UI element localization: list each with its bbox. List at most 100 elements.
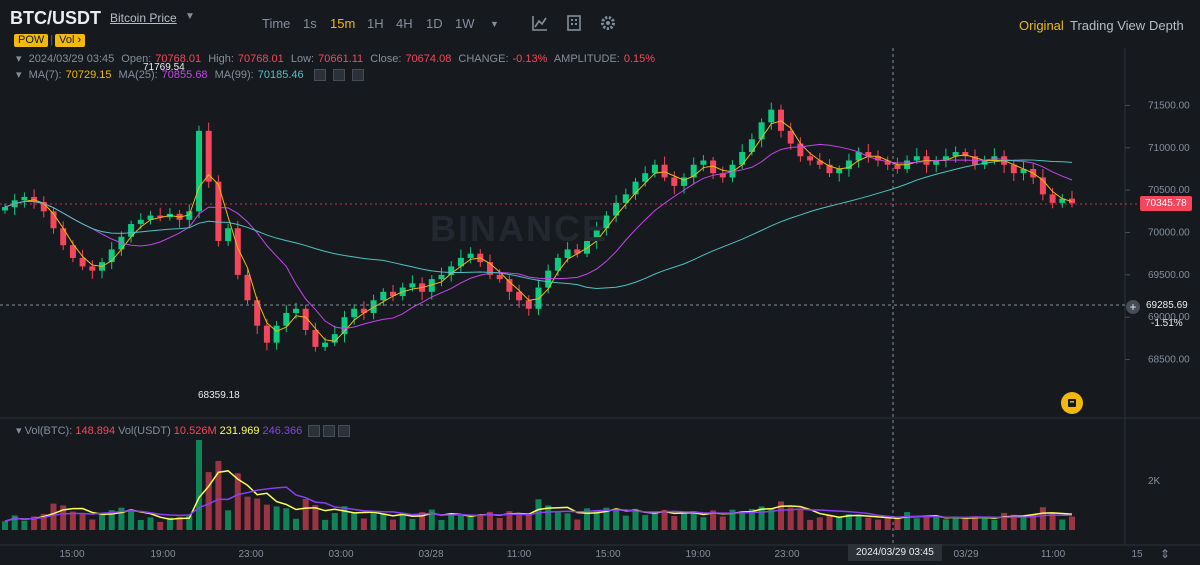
volume-bar <box>263 504 270 530</box>
notification-icon[interactable] <box>1061 392 1083 414</box>
candle-body <box>894 164 901 169</box>
candle-body <box>1049 194 1056 203</box>
candle-body <box>564 249 571 258</box>
candle-body <box>380 291 387 301</box>
candle-body <box>700 160 707 165</box>
volume-bar <box>651 512 658 530</box>
volume-bar <box>283 508 290 530</box>
volume-bar <box>196 440 202 530</box>
candle-body <box>836 168 843 174</box>
volume-bar <box>904 512 911 530</box>
volume-bar <box>390 519 396 530</box>
price-chart[interactable]: 71500.00 71000.00 70500.00 70000.00 69500.00… <box>0 0 1200 565</box>
volume-bar <box>234 473 241 530</box>
candle-body <box>312 329 319 347</box>
candle-body <box>89 266 96 271</box>
time-tick-label: 03/29 <box>953 549 978 560</box>
volume-bar <box>942 519 949 530</box>
volume-bar <box>360 518 367 530</box>
volume-bar <box>933 517 940 530</box>
candle-body <box>225 228 232 241</box>
price-tick-label: 71500.00 <box>1148 100 1190 111</box>
volume-bar <box>438 520 445 530</box>
price-tick-label: 71000.00 <box>1148 143 1190 154</box>
volume-bar <box>1039 507 1046 530</box>
collapse-caret-icon[interactable]: ▾ <box>16 425 22 437</box>
crosshair-time: 2024/03/29 03:45 <box>848 544 942 561</box>
volume-bar <box>535 499 542 530</box>
crosshair-price: 69285.69 <box>1146 300 1188 311</box>
time-tick-label: 23:00 <box>238 549 263 560</box>
volume-bar <box>457 515 464 530</box>
volume-bar <box>739 511 746 530</box>
candle-body <box>360 308 367 313</box>
candle-body <box>758 122 765 140</box>
close-icon[interactable] <box>338 425 351 438</box>
volume-bar <box>89 519 96 530</box>
candle-body <box>787 130 794 144</box>
time-tick-label: 15:00 <box>59 549 84 560</box>
vol-ma1-value: 231.969 <box>219 425 260 437</box>
settings-mini-icon[interactable] <box>323 425 336 438</box>
volume-bar <box>302 498 309 530</box>
volume-bar <box>913 518 920 530</box>
time-tick-label: 03:00 <box>328 549 353 560</box>
vol-usdt-value: 10.526M <box>173 425 217 437</box>
volume-bar <box>681 513 687 530</box>
volume-bar <box>293 518 299 530</box>
volume-bar <box>884 517 891 530</box>
volume-bar <box>836 516 843 530</box>
time-tick-label: 11:00 <box>1041 549 1066 560</box>
volume-bar <box>613 509 620 530</box>
time-tick-label: 03/28 <box>418 549 443 560</box>
volume-bar <box>1001 512 1008 530</box>
volume-bar <box>128 509 135 530</box>
candle-body <box>807 156 814 161</box>
add-alert-icon[interactable]: + <box>1126 300 1140 314</box>
notification-glyph <box>1068 399 1076 407</box>
candle-body <box>438 274 445 280</box>
candle-body <box>681 177 687 186</box>
candle-body <box>651 164 658 174</box>
binance-watermark: BINANCE <box>430 208 609 249</box>
low-marker: 68359.18 <box>198 390 240 401</box>
volume-bar <box>11 515 18 530</box>
candle-body <box>137 219 144 225</box>
candle-body <box>21 196 28 201</box>
volume-bar <box>205 472 212 530</box>
volume-bar <box>409 518 416 530</box>
candle-body <box>506 279 513 292</box>
volume-bar <box>516 512 523 530</box>
candle-body <box>778 109 784 131</box>
volume-bar <box>99 512 105 530</box>
time-tick-label: 15 <box>1131 549 1143 560</box>
candle-body <box>816 160 823 165</box>
candle-body <box>661 164 668 178</box>
volume-bar <box>351 512 358 530</box>
volume-bar <box>981 517 988 530</box>
volume-bar <box>865 517 872 530</box>
volume-bar <box>875 519 881 530</box>
price-tick-label: 70500.00 <box>1148 185 1190 196</box>
volume-bar <box>147 517 154 530</box>
time-axis-settings-icon[interactable]: ⇕ <box>1160 547 1170 561</box>
current-price-tag: 70345.78 <box>1140 196 1192 211</box>
volume-bar <box>2 521 8 530</box>
volume-bar <box>525 514 532 530</box>
visibility-icon[interactable] <box>308 425 321 438</box>
volume-bar <box>632 508 639 530</box>
volume-bar <box>787 507 794 530</box>
volume-bar <box>273 506 280 530</box>
candle-body <box>79 257 86 267</box>
volume-bar <box>564 513 571 530</box>
volume-bar <box>719 516 726 530</box>
volume-bar <box>370 511 377 530</box>
volume-bar <box>21 520 28 530</box>
volume-bar <box>137 519 144 530</box>
price-tick-label: 69500.00 <box>1148 270 1190 281</box>
volume-bar <box>477 514 484 530</box>
price-tick-label: 70000.00 <box>1148 228 1190 239</box>
price-tick-label: 68500.00 <box>1148 355 1190 366</box>
volume-bar <box>341 506 348 530</box>
candle-body <box>739 152 746 165</box>
